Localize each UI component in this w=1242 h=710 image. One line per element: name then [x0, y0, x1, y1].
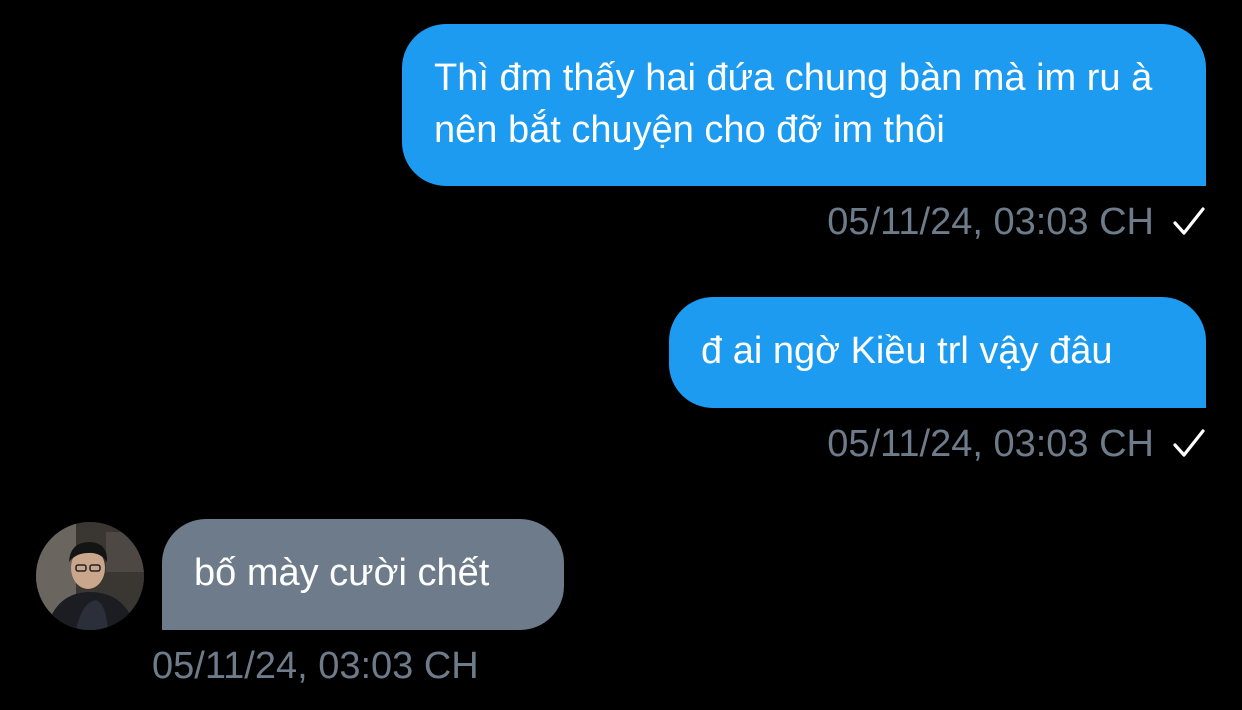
outgoing-message-bubble[interactable]: Thì đm thấy hai đứa chung bàn mà im ru à…	[402, 24, 1206, 186]
checkmark-icon	[1173, 207, 1205, 235]
message-timestamp: 05/11/24, 03:03 CH	[827, 423, 1154, 465]
message-meta: 05/11/24, 03:03 CH	[827, 200, 1206, 244]
avatar-photo	[36, 522, 144, 630]
incoming-message-bubble[interactable]: bố mày cười chết	[162, 519, 564, 630]
chat-thread: Thì đm thấy hai đứa chung bàn mà im ru à…	[0, 0, 1242, 710]
message-timestamp: 05/11/24, 03:03 CH	[152, 645, 479, 687]
outgoing-message-bubble[interactable]: đ ai ngờ Kiều trl vậy đâu	[669, 297, 1206, 408]
message-meta: 05/11/24, 03:03 CH	[152, 644, 479, 688]
message-meta: 05/11/24, 03:03 CH	[827, 422, 1206, 466]
message-text: đ ai ngờ Kiều trl vậy đâu	[701, 330, 1113, 372]
message-text: Thì đm thấy hai đứa chung bàn mà im ru à…	[434, 57, 1153, 151]
checkmark-icon	[1173, 429, 1205, 457]
message-timestamp: 05/11/24, 03:03 CH	[827, 201, 1154, 243]
message-text: bố mày cười chết	[194, 552, 490, 594]
user-avatar[interactable]	[36, 522, 144, 630]
